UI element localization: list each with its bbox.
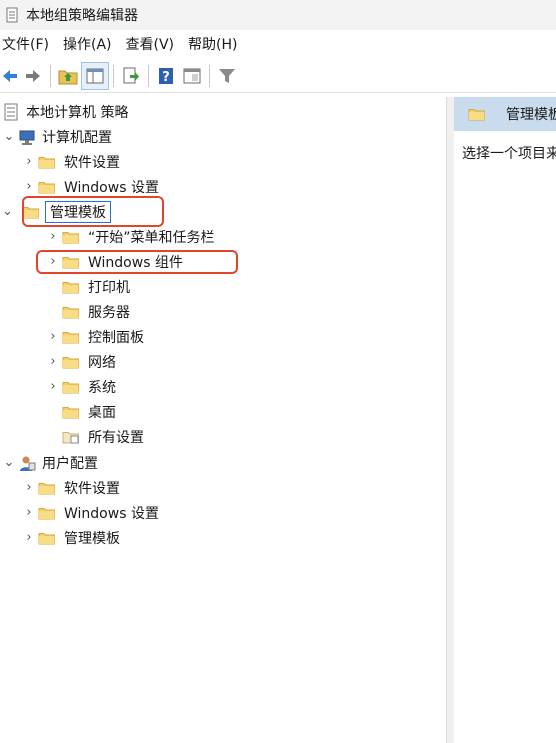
tree-node-user-software-settings[interactable]: › 软件设置	[20, 475, 120, 500]
menu-view[interactable]: 查看(V)	[122, 32, 185, 58]
details-description: 选择一个项目来	[462, 146, 556, 162]
chevron-right-icon[interactable]: ›	[20, 525, 38, 550]
window-title: 本地组策略编辑器	[26, 8, 138, 24]
folder-icon	[38, 481, 56, 495]
details-pane: 管理模板 选择一个项目来	[454, 97, 556, 743]
tree-node-network[interactable]: › 网络	[44, 349, 116, 374]
help-icon: ?	[159, 68, 173, 85]
back-button[interactable]	[0, 63, 20, 89]
export-list-icon	[123, 67, 139, 84]
tree-label-start-menu-taskbar: “开始”菜单和任务栏	[88, 229, 215, 246]
tree-label-computer-config: 计算机配置	[42, 129, 112, 146]
menu-file[interactable]: 文件(F)	[0, 32, 59, 58]
all-settings-folder-icon	[62, 431, 79, 443]
export-list-button[interactable]	[118, 63, 144, 89]
toolbar: ?	[0, 60, 556, 93]
tree-label-user-config: 用户配置	[42, 455, 98, 472]
tree-node-start-menu-taskbar[interactable]: › “开始”菜单和任务栏	[44, 224, 215, 249]
tree-node-system[interactable]: › 系统	[44, 374, 116, 399]
tree-label-software-settings: 软件设置	[64, 154, 120, 171]
user-icon	[20, 456, 36, 471]
details-header: 管理模板	[454, 97, 556, 131]
folder-icon	[38, 531, 56, 545]
filter-button[interactable]	[214, 63, 240, 89]
tree-node-computer-config[interactable]: ⌄ 计算机配置	[0, 124, 112, 149]
highlight-box-windows-components	[36, 250, 238, 274]
folder-icon	[62, 380, 80, 394]
toolbar-separator	[50, 65, 51, 87]
console-tree-pane: 本地计算机 策略 ⌄ 计算机配置 › 软件设置 › Windows 设置 ⌄ 管…	[0, 97, 446, 743]
show-hide-console-tree-button[interactable]	[81, 62, 109, 90]
chevron-right-icon[interactable]: ›	[20, 500, 38, 525]
highlight-box-admin-templates	[22, 196, 164, 227]
tree-label-windows-settings: Windows 设置	[64, 179, 159, 196]
svg-text:?: ?	[162, 70, 170, 85]
folder-icon	[38, 155, 56, 169]
menu-bar: 文件(F) 操作(A) 查看(V) 帮助(H)	[0, 32, 556, 58]
tree-label-control-panel: 控制面板	[88, 329, 144, 346]
menu-action[interactable]: 操作(A)	[59, 32, 122, 58]
tree-node-user-admin-templates[interactable]: › 管理模板	[20, 525, 120, 550]
console-tree-icon	[86, 68, 104, 84]
tree-node-desktop[interactable]: 桌面	[62, 399, 116, 424]
toolbar-separator	[113, 65, 114, 87]
tree-node-user-config[interactable]: ⌄ 用户配置	[0, 450, 98, 475]
tree-node-all-settings[interactable]: 所有设置	[62, 424, 144, 449]
folder-icon	[62, 330, 80, 344]
chevron-right-icon[interactable]: ›	[44, 324, 62, 349]
tree-label-network: 网络	[88, 354, 116, 371]
folder-icon	[62, 355, 80, 369]
tree-label-server: 服务器	[88, 304, 130, 321]
chevron-right-icon[interactable]: ›	[20, 475, 38, 500]
tree-label-user-windows-settings: Windows 设置	[64, 505, 159, 522]
policy-document-icon	[4, 103, 18, 120]
tree-label-all-settings: 所有设置	[88, 429, 144, 446]
policy-editor-app-icon	[6, 7, 18, 23]
folder-icon	[62, 405, 80, 419]
menu-help[interactable]: 帮助(H)	[184, 32, 247, 58]
chevron-right-icon[interactable]: ›	[44, 224, 62, 249]
folder-icon	[62, 280, 80, 294]
chevron-down-icon[interactable]: ⌄	[0, 450, 18, 475]
tree-node-control-panel[interactable]: › 控制面板	[44, 324, 144, 349]
forward-arrow-icon	[26, 70, 40, 82]
filter-icon	[219, 69, 235, 83]
up-one-level-button[interactable]	[55, 63, 81, 89]
forward-button[interactable]	[20, 63, 46, 89]
tree-label-user-software-settings: 软件设置	[64, 480, 120, 497]
chevron-right-icon[interactable]: ›	[44, 374, 62, 399]
tree-label-system: 系统	[88, 379, 116, 396]
folder-icon	[62, 230, 80, 244]
tree-node-printers[interactable]: 打印机	[62, 274, 130, 299]
folder-icon	[38, 506, 56, 520]
folder-icon	[62, 305, 80, 319]
chevron-down-icon[interactable]: ⌄	[0, 124, 18, 149]
tree-label-desktop: 桌面	[88, 404, 116, 421]
tree-label-printers: 打印机	[88, 279, 130, 296]
toolbar-separator	[148, 65, 149, 87]
folder-icon	[38, 180, 56, 194]
tree-label-user-admin-templates: 管理模板	[64, 530, 120, 547]
up-folder-icon	[58, 70, 78, 85]
tree-node-server[interactable]: 服务器	[62, 299, 130, 324]
chevron-right-icon[interactable]: ›	[20, 149, 38, 174]
folder-icon	[468, 107, 486, 121]
tree-node-software-settings[interactable]: › 软件设置	[20, 149, 120, 174]
properties-view-icon	[183, 68, 201, 84]
toolbar-separator	[209, 65, 210, 87]
computer-icon	[19, 130, 35, 145]
tree-root-label: 本地计算机 策略	[26, 104, 129, 121]
tree-node-user-windows-settings[interactable]: › Windows 设置	[20, 500, 159, 525]
tree-root-node[interactable]: 本地计算机 策略	[0, 99, 128, 124]
properties-view-button[interactable]	[179, 63, 205, 89]
details-header-title: 管理模板	[506, 107, 556, 123]
back-arrow-icon	[3, 70, 17, 82]
help-button[interactable]: ?	[153, 63, 179, 89]
title-bar: 本地组策略编辑器	[0, 0, 556, 30]
chevron-right-icon[interactable]: ›	[44, 349, 62, 374]
